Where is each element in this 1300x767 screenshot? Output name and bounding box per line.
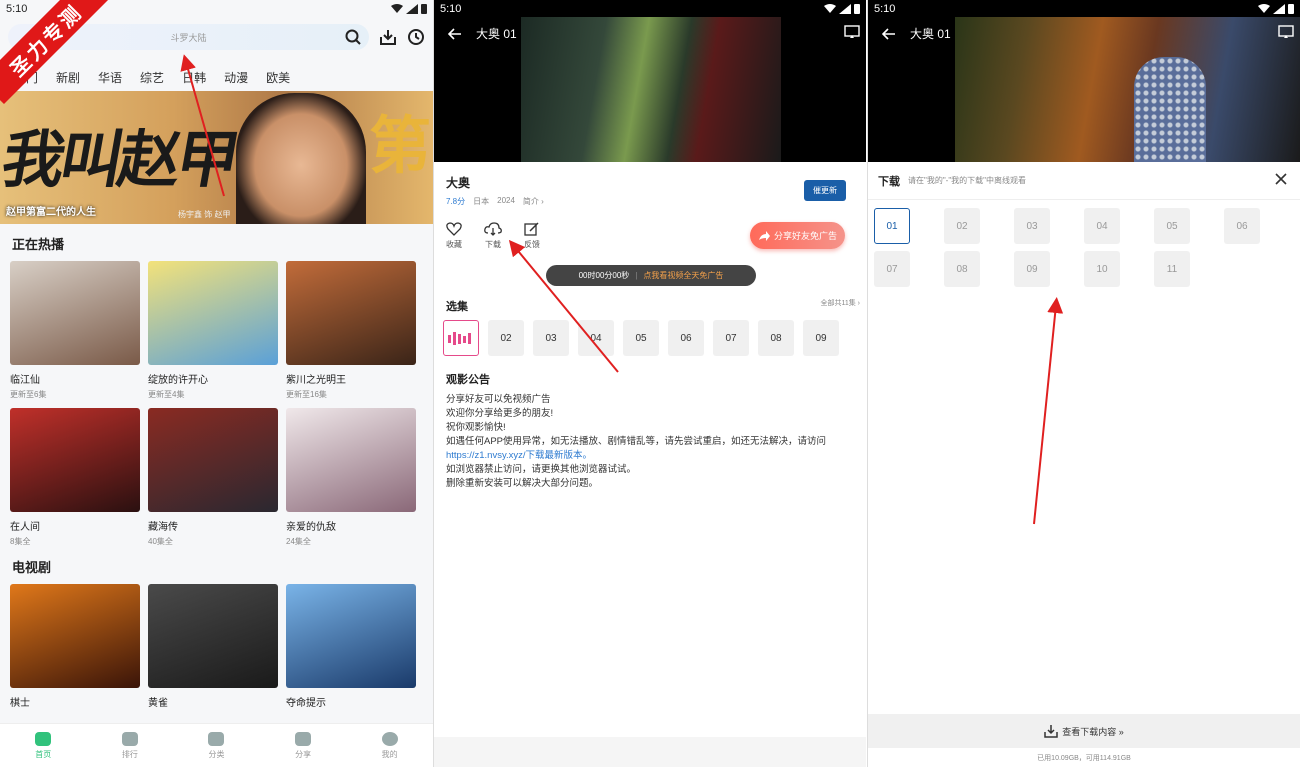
- arrow-to-search: [180, 54, 225, 197]
- arrow-to-episodes: [1033, 297, 1064, 525]
- arrow-to-download: [508, 239, 619, 373]
- annotation-arrows: [180, 54, 1064, 525]
